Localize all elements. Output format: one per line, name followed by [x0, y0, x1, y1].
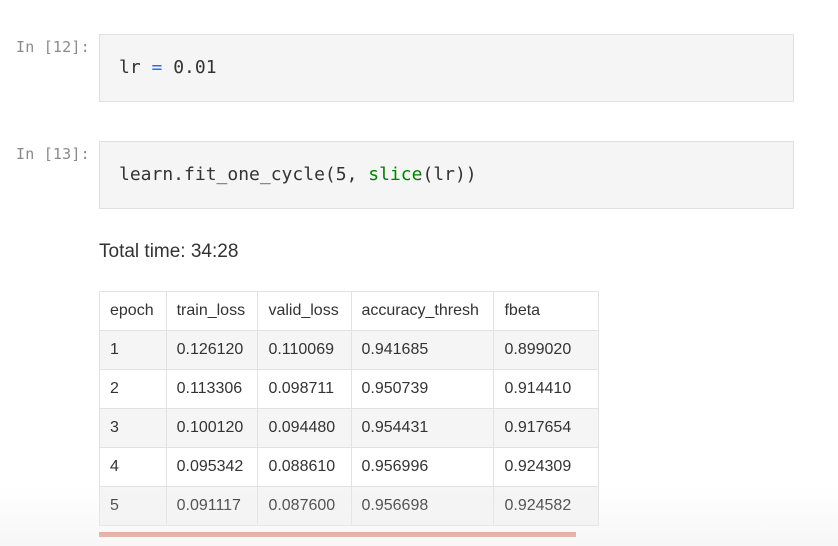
progress-bar-fill	[99, 532, 576, 537]
column-header-epoch: epoch	[99, 291, 167, 331]
cell-train-loss: 0.126120	[165, 330, 259, 370]
results-table-container[interactable]: epoch train_loss valid_loss accuracy_thr…	[99, 291, 599, 531]
table-header-row: epoch train_loss valid_loss accuracy_thr…	[99, 291, 599, 331]
cell-accuracy-thresh: 0.956698	[350, 486, 495, 526]
code-line: lr = 0.01	[119, 57, 217, 78]
cell-train-loss: 0.091117	[165, 486, 259, 526]
cell-prompt: In [13]:	[16, 145, 90, 163]
cell-epoch: 3	[99, 408, 167, 448]
results-table: epoch train_loss valid_loss accuracy_thr…	[99, 291, 599, 526]
code-input-area[interactable]: lr = 0.01	[99, 34, 794, 102]
code-line: learn.fit_one_cycle(5, slice(lr))	[119, 164, 477, 185]
cell-train-loss: 0.095342	[165, 447, 259, 487]
code-call-end: (lr))	[422, 164, 477, 185]
code-input-area[interactable]: learn.fit_one_cycle(5, slice(lr))	[99, 141, 794, 209]
cell-fbeta: 0.899020	[493, 330, 599, 370]
table-row: 4 0.095342 0.088610 0.956996 0.924309	[99, 447, 599, 487]
cell-accuracy-thresh: 0.941685	[350, 330, 495, 370]
cell-fbeta: 0.924309	[493, 447, 599, 487]
code-variable: lr	[119, 57, 141, 78]
code-call: learn.fit_one_cycle(5,	[119, 164, 369, 185]
cell-prompt: In [12]:	[16, 38, 90, 56]
cell-epoch: 4	[99, 447, 167, 487]
cell-fbeta: 0.917654	[493, 408, 599, 448]
code-builtin: slice	[368, 164, 423, 185]
cell-epoch: 2	[99, 369, 167, 409]
table-row: 2 0.113306 0.098711 0.950739 0.914410	[99, 369, 599, 409]
table-row: 5 0.091117 0.087600 0.956698 0.924582	[99, 486, 599, 526]
column-header-valid-loss: valid_loss	[257, 291, 352, 331]
cell-valid-loss: 0.094480	[257, 408, 352, 448]
cell-train-loss: 0.113306	[165, 369, 259, 409]
column-header-fbeta: fbeta	[493, 291, 599, 331]
column-header-accuracy-thresh: accuracy_thresh	[350, 291, 495, 331]
cell-epoch: 5	[99, 486, 167, 526]
table-row: 3 0.100120 0.094480 0.954431 0.917654	[99, 408, 599, 448]
table-row: 1 0.126120 0.110069 0.941685 0.899020	[99, 330, 599, 370]
cell-accuracy-thresh: 0.956996	[350, 447, 495, 487]
cell-valid-loss: 0.110069	[257, 330, 352, 370]
cell-valid-loss: 0.098711	[257, 369, 352, 409]
cell-accuracy-thresh: 0.950739	[350, 369, 495, 409]
cell-valid-loss: 0.087600	[257, 486, 352, 526]
cell-fbeta: 0.924582	[493, 486, 599, 526]
cell-epoch: 1	[99, 330, 167, 370]
column-header-train-loss: train_loss	[165, 291, 259, 331]
code-number: 0.01	[173, 57, 217, 78]
code-operator: =	[140, 57, 174, 78]
cell-fbeta: 0.914410	[493, 369, 599, 409]
training-progress-bar	[99, 532, 576, 537]
cell-valid-loss: 0.088610	[257, 447, 352, 487]
total-time-text: Total time: 34:28	[99, 241, 239, 262]
cell-accuracy-thresh: 0.954431	[350, 408, 495, 448]
cell-train-loss: 0.100120	[165, 408, 259, 448]
